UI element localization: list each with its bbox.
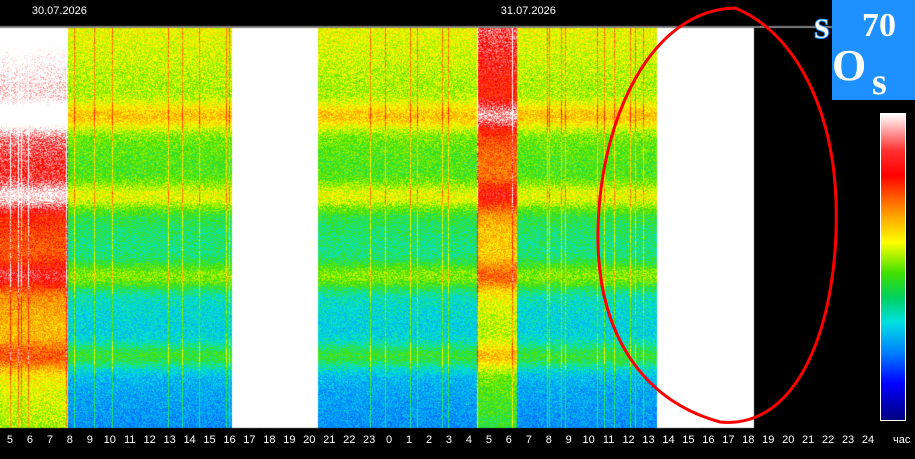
color-scale-legend: [880, 113, 906, 421]
x-tick-label: 7: [525, 434, 532, 446]
x-tick-label: 2: [425, 434, 433, 446]
spectrogram-chart: 30.07.2026 31.07.2026 5 6 7 8 9 10 11 12 13 14 15 1…: [0, 0, 915, 459]
x-tick-label: 17: [722, 434, 735, 446]
x-tick-label: 16: [702, 434, 715, 446]
x-tick-label: 12: [622, 434, 635, 446]
x-tick-label: 17: [243, 434, 256, 446]
logo-s-bottom: s: [872, 61, 887, 100]
x-tick-label: 4: [465, 434, 472, 446]
x-tick-label: 0: [386, 434, 393, 446]
x-tick-label: 10: [582, 434, 595, 446]
x-tick-label: 11: [123, 434, 136, 446]
x-tick-label: 6: [26, 434, 33, 446]
logo-o: O: [832, 41, 866, 90]
x-tick-label: 9: [565, 434, 572, 446]
x-tick-label: 9: [86, 434, 93, 446]
x-tick-label: 8: [66, 434, 73, 446]
x-tick-label: 18: [742, 434, 755, 446]
x-tick-label: 21: [802, 434, 815, 446]
x-tick-label: 22: [821, 434, 835, 446]
date-label-first: 30.07.2026: [31, 5, 87, 17]
x-tick-label: 24: [861, 434, 875, 446]
x-tick-label: 6: [505, 434, 512, 446]
x-tick-label: 22: [343, 434, 356, 446]
x-tick-label: 20: [303, 434, 316, 446]
x-tick-label: 11: [602, 434, 615, 446]
x-tick-label: 8: [545, 434, 552, 446]
x-tick-label: 16: [223, 434, 236, 446]
x-tick-label: 5: [485, 434, 492, 446]
x-tick-label: 20: [782, 434, 795, 446]
x-tick-label: 3: [445, 434, 453, 446]
x-tick-label: 21: [323, 434, 336, 446]
x-tick-label: 10: [103, 434, 116, 446]
x-tick-label: 5: [6, 434, 14, 446]
x-tick-label: 19: [283, 434, 296, 446]
x-tick-label: 1: [406, 434, 413, 446]
x-tick-label: 13: [642, 434, 655, 446]
sos70-logo: s 70 O s: [814, 0, 915, 100]
x-tick-label: 14: [183, 434, 196, 446]
x-tick-label: 14: [662, 434, 675, 446]
x-tick-label: 15: [682, 434, 695, 446]
annotation-ellipse: [596, 6, 838, 424]
logo-70: 70: [862, 7, 896, 44]
annotation-layer: [596, 6, 838, 424]
logo-s-top: s: [814, 2, 830, 47]
x-tick-label: 13: [163, 434, 176, 446]
x-tick-label: 19: [762, 434, 775, 446]
x-tick-label: 23: [363, 434, 376, 446]
x-tick-label: 23: [841, 434, 855, 446]
x-tick-label: 7: [46, 434, 53, 446]
date-label-second: 31.07.2026: [500, 5, 556, 17]
x-tick-label: 12: [143, 434, 156, 446]
x-tick-label: 15: [203, 434, 216, 446]
x-tick-label: 18: [263, 434, 276, 446]
x-axis-unit-label: час: [893, 434, 911, 446]
